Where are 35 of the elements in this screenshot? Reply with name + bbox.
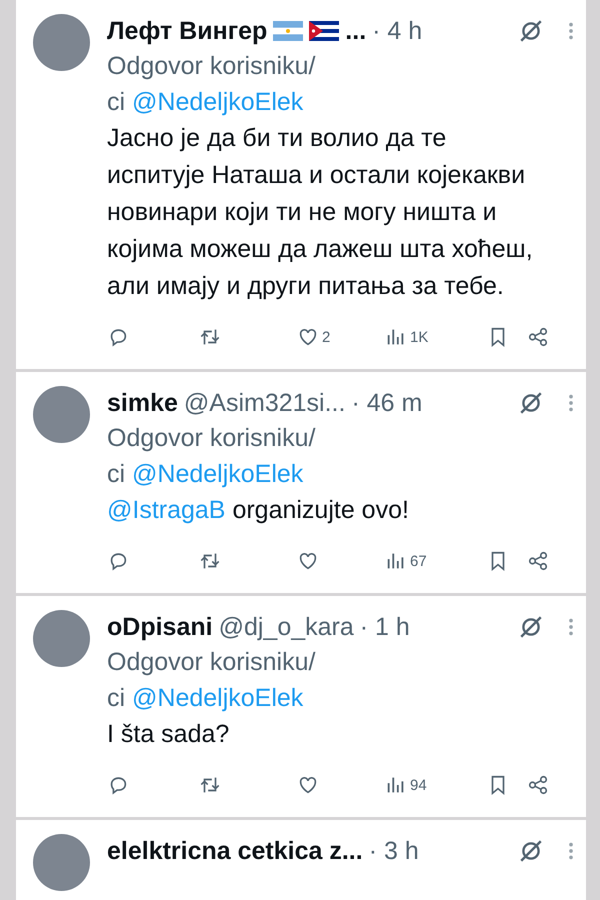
reply-context: Odgovor korisniku/	[107, 423, 316, 454]
post-time: · 1 h	[360, 612, 410, 642]
user-handle: @Asim321si...	[184, 388, 346, 418]
display-name[interactable]: Лефт Вингер	[107, 16, 268, 46]
post-text: Јасно је да би ти волио да те испитује Наташа и остали којекакви новинари који ти не могу ништа и којима можеш да лажеш шта хоћеш, али имају и други питања за тебе.	[107, 124, 533, 300]
reply-context: ci	[107, 88, 126, 116]
post-text: organizujte ovo!	[232, 496, 409, 524]
like-heart-icon[interactable]	[297, 774, 319, 796]
reply-context: ci	[107, 684, 126, 712]
like-count: 2	[322, 328, 330, 346]
share-icon[interactable]	[527, 550, 549, 572]
post-time: · 3 h	[368, 836, 419, 866]
view-count: 67	[410, 552, 427, 570]
reply-context: Odgovor korisniku/	[107, 647, 316, 678]
post-time: · 4 h	[372, 16, 422, 46]
reply-context: Odgovor korisniku/	[107, 51, 316, 82]
view-count: 1K	[410, 328, 428, 346]
display-name[interactable]: simke	[107, 388, 178, 418]
slashed-circle-icon[interactable]	[518, 18, 544, 44]
display-name[interactable]: oDpisani	[107, 612, 213, 642]
share-icon[interactable]	[527, 774, 549, 796]
like-heart-icon[interactable]	[297, 326, 319, 348]
view-count: 94	[410, 776, 427, 794]
slashed-circle-icon[interactable]	[518, 838, 544, 864]
name-ellipsis: ...	[345, 16, 366, 46]
reply-context: ci	[107, 460, 126, 488]
user-handle: @dj_o_kara	[218, 612, 354, 642]
like-heart-icon[interactable]	[297, 550, 319, 572]
flag-icon	[309, 21, 340, 41]
slashed-circle-icon[interactable]	[518, 390, 544, 416]
post-text: I šta sada?	[107, 720, 230, 748]
slashed-circle-icon[interactable]	[518, 614, 544, 640]
share-icon[interactable]	[527, 326, 549, 348]
display-name[interactable]: elelktricna cetkica z...	[107, 836, 363, 866]
post-time: · 46 m	[351, 388, 422, 418]
